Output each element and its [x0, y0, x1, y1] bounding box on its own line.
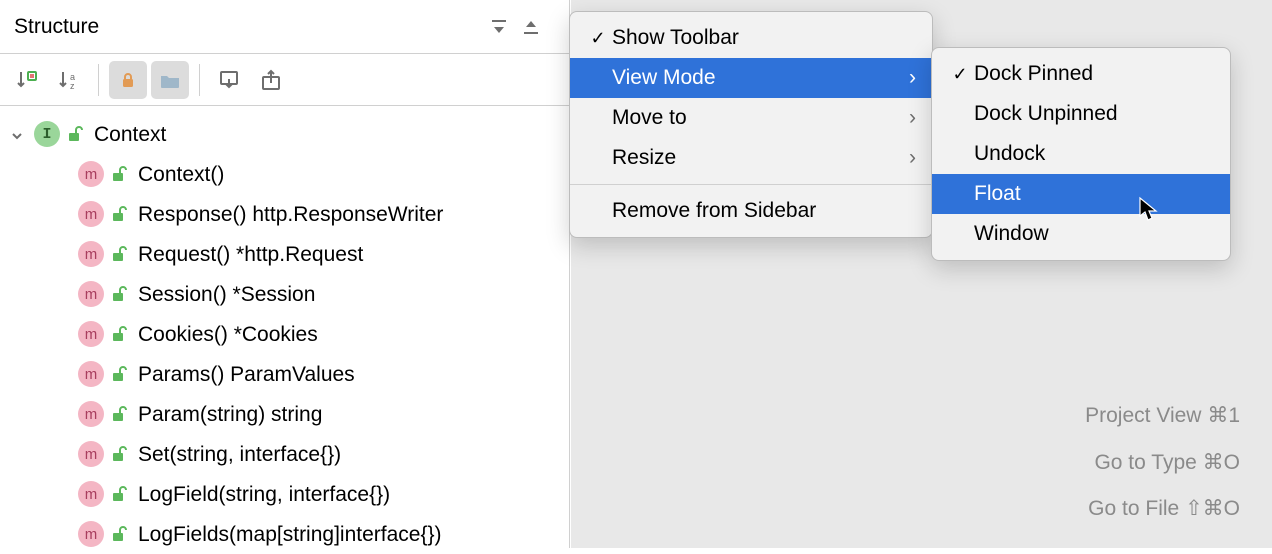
tree-item[interactable]: m Context()	[10, 154, 569, 194]
menu-label: Window	[974, 222, 1214, 246]
hint-shortcut: ⇧⌘O	[1185, 497, 1240, 520]
lock-open-icon	[110, 245, 128, 263]
chevron-right-icon: ›	[900, 146, 916, 170]
menu-item-show-toolbar[interactable]: ✓ Show Toolbar	[570, 18, 932, 58]
tree-item-label: Context()	[138, 164, 224, 185]
show-package-button[interactable]	[151, 61, 189, 99]
tree-item-label: LogFields(map[string]interface{})	[138, 524, 442, 545]
hint-project-view: Project View ⌘1	[1085, 393, 1240, 439]
menu-label: Remove from Sidebar	[612, 199, 916, 223]
lock-open-icon	[110, 485, 128, 503]
lock-open-icon	[110, 525, 128, 543]
tree-item[interactable]: m LogField(string, interface{})	[10, 474, 569, 514]
method-icon: m	[78, 321, 104, 347]
autoscroll-to-source-button[interactable]	[210, 61, 248, 99]
hint-shortcut: ⌘1	[1207, 404, 1240, 427]
tree-item[interactable]: m Cookies() *Cookies	[10, 314, 569, 354]
tree-item-label: Set(string, interface{})	[138, 444, 341, 465]
tree-item-label: Session() *Session	[138, 284, 315, 305]
tool-window-options-menu: ✓ Show Toolbar View Mode › Move to › Res…	[569, 11, 933, 238]
tree-item-label: Response() http.ResponseWriter	[138, 204, 443, 225]
chevron-right-icon: ›	[900, 66, 916, 90]
tree-item-label: Cookies() *Cookies	[138, 324, 318, 345]
hint-go-to-file: Go to File ⇧⌘O	[1085, 486, 1240, 532]
tree-item-label: Param(string) string	[138, 404, 322, 425]
lock-open-icon	[110, 405, 128, 423]
interface-icon: I	[34, 121, 60, 147]
method-icon: m	[78, 521, 104, 547]
menu-item-dock-unpinned[interactable]: Dock Unpinned	[932, 94, 1230, 134]
tree-item[interactable]: m LogFields(map[string]interface{})	[10, 514, 569, 554]
tree-item[interactable]: m Params() ParamValues	[10, 354, 569, 394]
structure-toolbar: az	[0, 54, 569, 106]
tree-item[interactable]: m Session() *Session	[10, 274, 569, 314]
lock-open-icon	[66, 125, 84, 143]
panel-title: Structure	[14, 15, 481, 39]
lock-open-icon	[110, 165, 128, 183]
tree-item-label: LogField(string, interface{})	[138, 484, 390, 505]
hint-label: Project View	[1085, 404, 1201, 427]
chevron-down-icon[interactable]	[10, 126, 26, 142]
menu-item-undock[interactable]: Undock	[932, 134, 1230, 174]
method-icon: m	[78, 481, 104, 507]
expand-all-icon[interactable]	[485, 13, 513, 41]
lock-open-icon	[110, 365, 128, 383]
menu-item-float[interactable]: Float	[932, 174, 1230, 214]
hint-go-to-type: Go to Type ⌘O	[1085, 440, 1240, 486]
hint-label: Go to Type	[1094, 451, 1196, 474]
menu-label: Dock Pinned	[974, 62, 1214, 86]
menu-item-remove-from-sidebar[interactable]: Remove from Sidebar	[570, 191, 932, 231]
menu-item-window[interactable]: Window	[932, 214, 1230, 254]
tree-item[interactable]: m Response() http.ResponseWriter	[10, 194, 569, 234]
show-private-button[interactable]	[109, 61, 147, 99]
menu-item-move-to[interactable]: Move to ›	[570, 98, 932, 138]
menu-label: Show Toolbar	[612, 26, 916, 50]
tree-item-label: Params() ParamValues	[138, 364, 355, 385]
menu-label: Resize	[612, 146, 900, 170]
check-icon: ✓	[584, 28, 612, 49]
menu-label: View Mode	[612, 66, 900, 90]
menu-label: Float	[974, 182, 1214, 206]
method-icon: m	[78, 201, 104, 227]
tree-item[interactable]: m Param(string) string	[10, 394, 569, 434]
menu-label: Move to	[612, 106, 900, 130]
tree-item[interactable]: m Set(string, interface{})	[10, 434, 569, 474]
sort-visibility-button[interactable]	[8, 61, 46, 99]
method-icon: m	[78, 361, 104, 387]
autoscroll-from-source-button[interactable]	[252, 61, 290, 99]
method-icon: m	[78, 161, 104, 187]
menu-label: Dock Unpinned	[974, 102, 1214, 126]
menu-label: Undock	[974, 142, 1214, 166]
method-icon: m	[78, 281, 104, 307]
method-icon: m	[78, 441, 104, 467]
menu-separator	[570, 184, 932, 185]
editor-hints: Project View ⌘1 Go to Type ⌘O Go to File…	[1085, 393, 1240, 532]
view-mode-submenu: ✓ Dock Pinned Dock Unpinned Undock Float…	[931, 47, 1231, 261]
hint-shortcut: ⌘O	[1203, 451, 1240, 474]
tree-root[interactable]: I Context	[10, 114, 569, 154]
tree-root-label: Context	[94, 124, 166, 145]
check-icon: ✓	[946, 64, 974, 85]
structure-panel-header: Structure	[0, 0, 569, 54]
structure-panel: Structure az	[0, 0, 570, 548]
method-icon: m	[78, 401, 104, 427]
method-icon: m	[78, 241, 104, 267]
svg-text:z: z	[70, 81, 75, 91]
hint-label: Go to File	[1088, 497, 1179, 520]
tree-item[interactable]: m Request() *http.Request	[10, 234, 569, 274]
sort-alpha-button[interactable]: az	[50, 61, 88, 99]
lock-open-icon	[110, 445, 128, 463]
lock-open-icon	[110, 285, 128, 303]
menu-item-dock-pinned[interactable]: ✓ Dock Pinned	[932, 54, 1230, 94]
lock-open-icon	[110, 325, 128, 343]
structure-tree[interactable]: I Context m Context() m Response() http.…	[0, 106, 569, 554]
collapse-all-icon[interactable]	[517, 13, 545, 41]
lock-open-icon	[110, 205, 128, 223]
chevron-right-icon: ›	[900, 106, 916, 130]
menu-item-resize[interactable]: Resize ›	[570, 138, 932, 178]
menu-item-view-mode[interactable]: View Mode ›	[570, 58, 932, 98]
tree-item-label: Request() *http.Request	[138, 244, 363, 265]
